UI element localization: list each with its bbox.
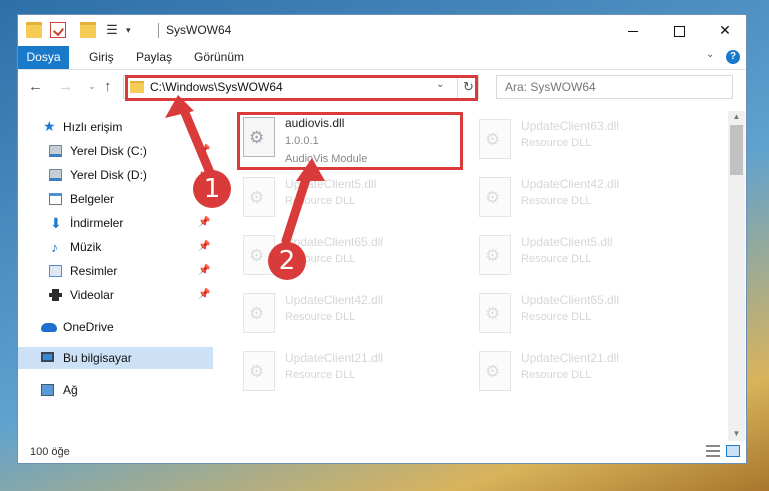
callout-badge-1: 1 (193, 170, 231, 208)
arrow-2-shaft (281, 168, 313, 246)
callout-badge-2: 2 (268, 242, 306, 280)
arrow-1-shaft (178, 103, 216, 180)
annotation-arrows (165, 95, 325, 246)
explorer-window: ☰ ▾ SysWOW64 ✕ Dosya Giriş Paylaş Görünü… (17, 14, 747, 464)
arrow-2-head (296, 158, 325, 181)
